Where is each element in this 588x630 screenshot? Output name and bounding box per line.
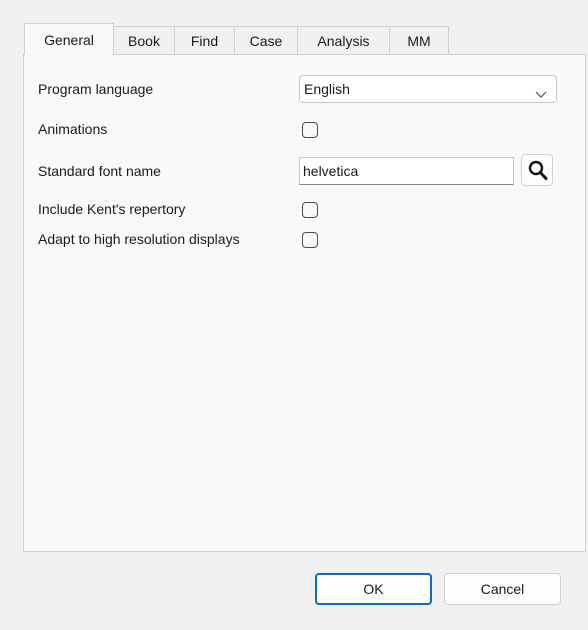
tab-case[interactable]: Case [234,26,298,55]
animations-checkbox[interactable] [302,122,318,138]
tab-bar: General Book Find Case Analysis MM [24,23,449,55]
standard-font-label: Standard font name [38,163,161,179]
font-search-button[interactable] [521,154,553,186]
animations-label: Animations [38,121,108,137]
search-icon [528,160,548,180]
standard-font-input[interactable] [299,157,514,185]
program-language-label: Program language [38,81,154,97]
tab-analysis[interactable]: Analysis [297,26,390,55]
high-res-checkbox[interactable] [302,232,318,248]
high-res-label: Adapt to high resolution displays [38,231,240,247]
program-language-select[interactable]: English [299,75,557,103]
include-kent-checkbox[interactable] [302,202,318,218]
cancel-button[interactable]: Cancel [444,573,561,605]
chevron-down-icon [535,86,547,102]
tab-book[interactable]: Book [113,26,175,55]
program-language-value: English [304,81,350,97]
ok-button[interactable]: OK [315,573,432,605]
tab-mm[interactable]: MM [389,26,449,55]
tab-general[interactable]: General [24,23,114,55]
include-kent-label: Include Kent's repertory [38,201,186,217]
tab-find[interactable]: Find [174,26,235,55]
